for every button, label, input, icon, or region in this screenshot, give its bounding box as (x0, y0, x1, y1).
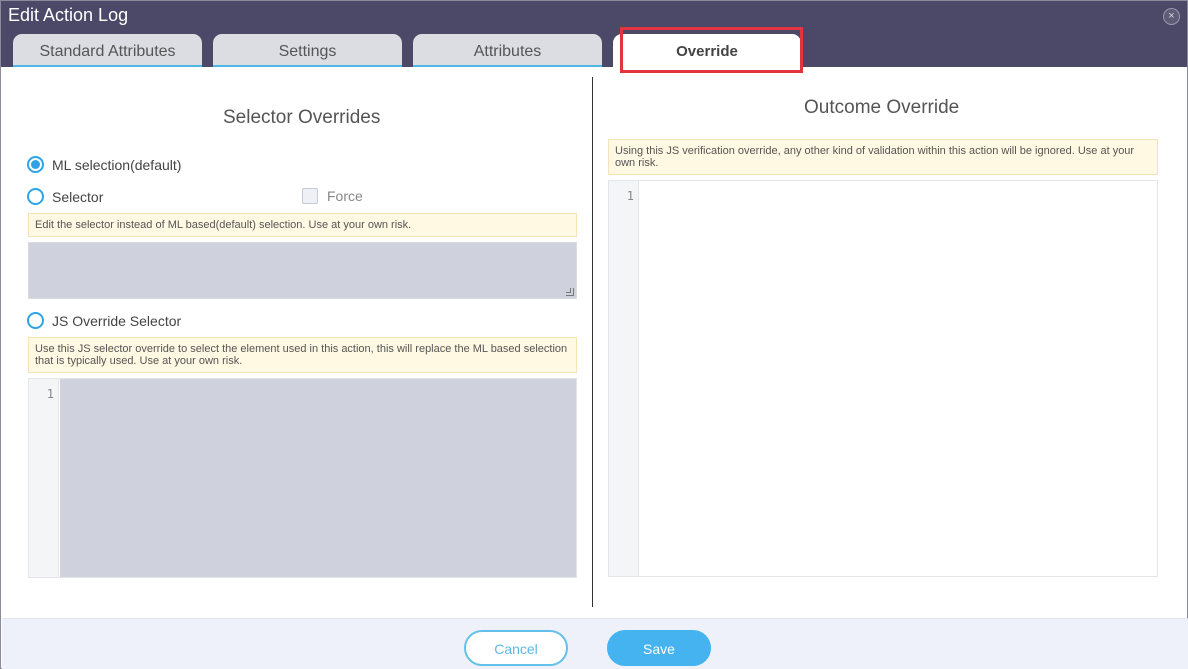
code-input-area[interactable] (60, 379, 576, 577)
dialog-title: Edit Action Log (8, 5, 129, 25)
dialog-titlebar: Edit Action Log × Standard Attributes Se… (1, 1, 1187, 67)
force-label: Force (327, 188, 363, 204)
selector-radio[interactable] (27, 188, 44, 205)
line-number: 1 (46, 387, 54, 401)
selector-textarea[interactable] (28, 242, 577, 299)
force-checkbox[interactable] (302, 188, 318, 204)
selector-warning-note: Edit the selector instead of ML based(de… (28, 213, 577, 237)
code-gutter: 1 (29, 379, 59, 577)
cancel-button[interactable]: Cancel (464, 630, 568, 666)
ml-selection-radio[interactable] (27, 156, 44, 173)
outcome-override-title: Outcome Override (804, 97, 960, 118)
selector-overrides-title: Selector Overrides (223, 107, 381, 128)
dialog-footer: Cancel Save (2, 618, 1188, 669)
edit-action-log-dialog: Edit Action Log × Standard Attributes Se… (0, 0, 1188, 669)
resize-grip-icon[interactable] (566, 288, 574, 296)
js-override-option[interactable]: JS Override Selector (27, 312, 181, 329)
outcome-warning-note: Using this JS verification override, any… (608, 139, 1158, 175)
tab-settings[interactable]: Settings (213, 34, 402, 67)
tab-standard-attributes[interactable]: Standard Attributes (13, 34, 202, 67)
code-input-area[interactable] (640, 181, 1157, 576)
selector-option[interactable]: Selector (27, 188, 103, 205)
panel-divider (592, 77, 593, 607)
force-option[interactable]: Force (302, 188, 363, 204)
js-override-radio[interactable] (27, 312, 44, 329)
js-override-warning-note: Use this JS selector override to select … (28, 337, 577, 373)
tab-attributes[interactable]: Attributes (413, 34, 602, 67)
tab-override[interactable]: Override (613, 34, 801, 67)
line-number: 1 (626, 189, 634, 203)
js-selector-code-editor[interactable]: 1 (28, 378, 577, 578)
outcome-code-editor[interactable]: 1 (608, 180, 1158, 577)
code-gutter: 1 (609, 181, 639, 576)
close-icon[interactable]: × (1163, 8, 1180, 25)
selector-label: Selector (52, 188, 104, 205)
js-override-label: JS Override Selector (52, 312, 182, 329)
ml-selection-label: ML selection(default) (52, 156, 182, 173)
ml-selection-option[interactable]: ML selection(default) (27, 156, 181, 173)
save-button[interactable]: Save (607, 630, 711, 666)
